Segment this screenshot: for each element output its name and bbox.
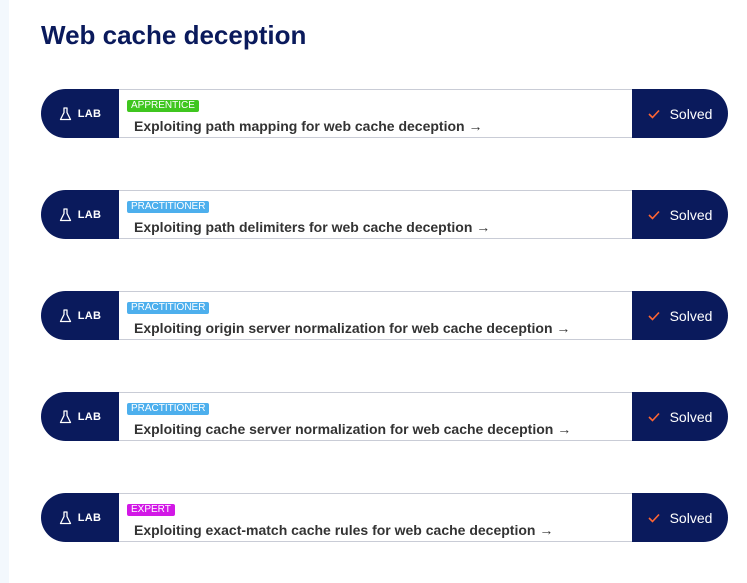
level-tag-expert: EXPERT	[127, 504, 175, 516]
level-tag-practitioner: PRACTITIONER	[127, 201, 210, 213]
level-tag-practitioner: PRACTITIONER	[127, 403, 210, 415]
check-icon	[648, 210, 660, 220]
level-tag-apprentice: APPRENTICE	[127, 100, 199, 112]
solved-label: Solved	[669, 408, 713, 425]
solved-status: Solved	[632, 190, 728, 239]
flask-icon	[59, 308, 71, 322]
left-rail	[0, 0, 9, 583]
solved-status: Solved	[632, 89, 728, 138]
lab-badge-label: LAB	[77, 107, 102, 120]
lab-badge: LAB	[41, 493, 119, 542]
flask-icon	[59, 207, 71, 221]
check-icon	[648, 412, 660, 422]
flask-icon	[59, 510, 71, 524]
check-icon	[648, 109, 660, 119]
solved-status: Solved	[632, 291, 728, 340]
solved-label: Solved	[669, 206, 713, 223]
level-tag-practitioner: PRACTITIONER	[127, 302, 210, 314]
lab-link[interactable]: Exploiting cache server normalization fo…	[134, 421, 571, 437]
flask-icon	[59, 409, 71, 423]
lab-card: LAB APPRENTICE Exploiting path mapping f…	[41, 89, 728, 138]
lab-card: LAB PRACTITIONER Exploiting origin serve…	[41, 291, 728, 340]
lab-badge: LAB	[41, 291, 119, 340]
lab-badge-label: LAB	[77, 208, 102, 221]
lab-link[interactable]: Exploiting exact-match cache rules for w…	[134, 522, 553, 538]
lab-body: PRACTITIONER Exploiting path delimiters …	[119, 190, 632, 239]
page-title: Web cache deception	[41, 20, 307, 50]
solved-status: Solved	[632, 392, 728, 441]
solved-label: Solved	[669, 509, 713, 526]
lab-link[interactable]: Exploiting path delimiters for web cache…	[134, 219, 490, 235]
lab-body: PRACTITIONER Exploiting origin server no…	[119, 291, 632, 340]
lab-badge-label: LAB	[77, 309, 102, 322]
lab-body: PRACTITIONER Exploiting cache server nor…	[119, 392, 632, 441]
lab-body: APPRENTICE Exploiting path mapping for w…	[119, 89, 632, 138]
page: Web cache deception LAB APPRENTICE Explo…	[0, 0, 747, 583]
lab-card: LAB EXPERT Exploiting exact-match cache …	[41, 493, 728, 542]
check-icon	[648, 311, 660, 321]
lab-badge-label: LAB	[77, 410, 102, 423]
lab-link[interactable]: Exploiting origin server normalization f…	[134, 320, 570, 336]
lab-badge: LAB	[41, 89, 119, 138]
lab-badge: LAB	[41, 392, 119, 441]
check-icon	[648, 513, 660, 523]
solved-label: Solved	[669, 307, 713, 324]
lab-card: LAB PRACTITIONER Exploiting path delimit…	[41, 190, 728, 239]
lab-badge-label: LAB	[77, 511, 102, 524]
lab-card: LAB PRACTITIONER Exploiting cache server…	[41, 392, 728, 441]
solved-status: Solved	[632, 493, 728, 542]
flask-icon	[59, 106, 71, 120]
solved-label: Solved	[669, 105, 713, 122]
lab-badge: LAB	[41, 190, 119, 239]
lab-link[interactable]: Exploiting path mapping for web cache de…	[134, 118, 482, 134]
lab-body: EXPERT Exploiting exact-match cache rule…	[119, 493, 632, 542]
